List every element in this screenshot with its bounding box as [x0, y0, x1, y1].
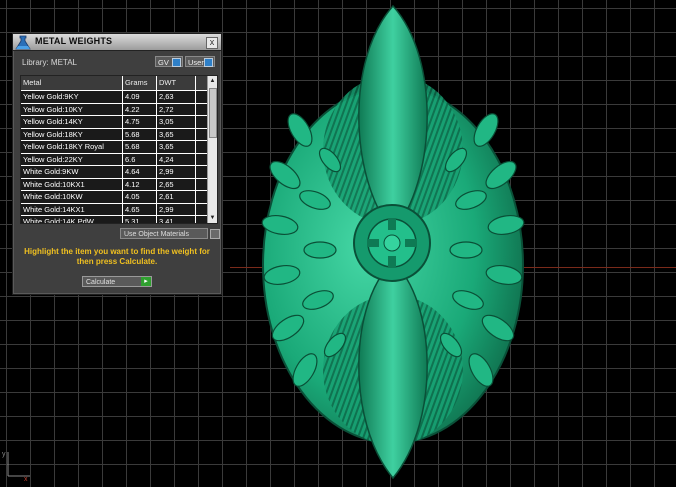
table-row[interactable]: White Gold:10KX1 4.12 2,65	[21, 178, 207, 191]
column-header-dwt[interactable]: DWT	[159, 78, 176, 87]
table-rows: Yellow Gold:9KY 4.09 2,63 Yellow Gold:10KY 4…	[21, 91, 207, 224]
calculate-label: Calculate	[86, 279, 116, 286]
metal-cell: Yellow Gold:9KY	[23, 92, 79, 101]
column-header-metal[interactable]: Metal	[23, 78, 41, 87]
gv-toggle[interactable]: GV	[155, 56, 183, 67]
dwt-cell: 4,24	[159, 154, 174, 164]
metal-cell: Yellow Gold:22KY	[23, 154, 83, 164]
library-label: Library: METAL	[22, 58, 77, 67]
metal-cell: Yellow Gold:14KY	[23, 117, 83, 126]
grams-cell: 4.75	[125, 117, 140, 126]
grams-cell: 4.09	[125, 92, 140, 101]
user-toggle-label: User	[188, 58, 204, 67]
dwt-cell: 2,72	[159, 104, 174, 114]
scroll-down-icon[interactable]: ▼	[208, 213, 217, 223]
metal-cell: White Gold:14K PdW	[23, 217, 94, 224]
metal-cell: Yellow Gold:10KY	[23, 104, 83, 114]
play-arrow-icon: ▸	[141, 277, 151, 286]
grams-cell: 5.31	[125, 217, 140, 224]
flask-icon	[15, 35, 31, 50]
metal-cell: Yellow Gold:18KY Royal	[23, 142, 104, 151]
table-row[interactable]: Yellow Gold:18KY 5.68 3,65	[21, 128, 207, 141]
metal-table[interactable]: Metal Grams DWT Yellow Gold:9KY 4.09 2,63 Y…	[20, 75, 218, 224]
grams-cell: 5.68	[125, 142, 140, 151]
instruction-text: Highlight the item you want to find the …	[24, 247, 210, 266]
panel-titlebar[interactable]: METAL WEIGHTS x	[13, 34, 221, 51]
gv-toggle-indicator-icon	[172, 58, 181, 67]
table-row[interactable]: White Gold:10KW 4.05 2,61	[21, 191, 207, 204]
dwt-cell: 2,99	[159, 204, 174, 214]
svg-text:y: y	[2, 451, 6, 458]
table-row[interactable]: White Gold:14K PdW 5.31 3,41	[21, 216, 207, 224]
axis-gizmo-icon: x y	[2, 451, 30, 482]
metal-cell: White Gold:9KW	[23, 167, 79, 176]
dwt-cell: 3,41	[159, 217, 174, 224]
table-row[interactable]: Yellow Gold:10KY 4.22 2,72	[21, 103, 207, 116]
panel-title: METAL WEIGHTS	[35, 36, 113, 46]
user-toggle-indicator-icon	[204, 58, 213, 67]
svg-text:x: x	[24, 476, 28, 482]
metal-cell: White Gold:10KX1	[23, 179, 85, 189]
dwt-cell: 3,65	[159, 142, 174, 151]
use-object-materials-checkbox[interactable]	[210, 229, 220, 239]
grams-cell: 4.65	[125, 204, 140, 214]
metal-cell: Yellow Gold:18KY	[23, 129, 83, 139]
grams-cell: 4.05	[125, 192, 140, 201]
dwt-cell: 2,99	[159, 167, 174, 176]
table-scrollbar[interactable]: ▲ ▼	[207, 76, 217, 223]
grams-cell: 4.22	[125, 104, 140, 114]
table-row[interactable]: White Gold:14KX1 4.65 2,99	[21, 203, 207, 216]
grams-cell: 4.64	[125, 167, 140, 176]
grams-cell: 6.6	[125, 154, 136, 164]
metal-cell: White Gold:10KW	[23, 192, 83, 201]
column-divider	[156, 76, 157, 223]
dwt-cell: 3,05	[159, 117, 174, 126]
dwt-cell: 2,63	[159, 92, 174, 101]
grams-cell: 5.68	[125, 129, 140, 139]
table-row[interactable]: Yellow Gold:22KY 6.6 4,24	[21, 153, 207, 166]
calculate-button[interactable]: Calculate ▸	[82, 276, 152, 287]
table-row[interactable]: Yellow Gold:14KY 4.75 3,05	[21, 116, 207, 129]
metal-weights-panel: METAL WEIGHTS x Library: METAL GV User M…	[12, 33, 222, 295]
dwt-cell: 2,61	[159, 192, 174, 201]
user-toggle[interactable]: User	[185, 56, 215, 67]
table-header: Metal Grams DWT	[21, 76, 207, 90]
column-divider	[122, 76, 123, 223]
grams-cell: 4.12	[125, 179, 140, 189]
dwt-cell: 3,65	[159, 129, 174, 139]
use-object-materials-button[interactable]: Use Object Materials	[120, 228, 208, 239]
table-row[interactable]: Yellow Gold:18KY Royal 5.68 3,65	[21, 141, 207, 154]
column-divider	[195, 76, 196, 223]
scroll-up-icon[interactable]: ▲	[208, 76, 217, 86]
scroll-thumb[interactable]	[209, 88, 217, 138]
gv-toggle-label: GV	[158, 58, 169, 67]
table-row[interactable]: White Gold:9KW 4.64 2,99	[21, 166, 207, 179]
metal-cell: White Gold:14KX1	[23, 204, 85, 214]
close-button[interactable]: x	[206, 37, 218, 49]
column-header-grams[interactable]: Grams	[125, 78, 148, 87]
dwt-cell: 2,65	[159, 179, 174, 189]
table-row[interactable]: Yellow Gold:9KY 4.09 2,63	[21, 91, 207, 104]
